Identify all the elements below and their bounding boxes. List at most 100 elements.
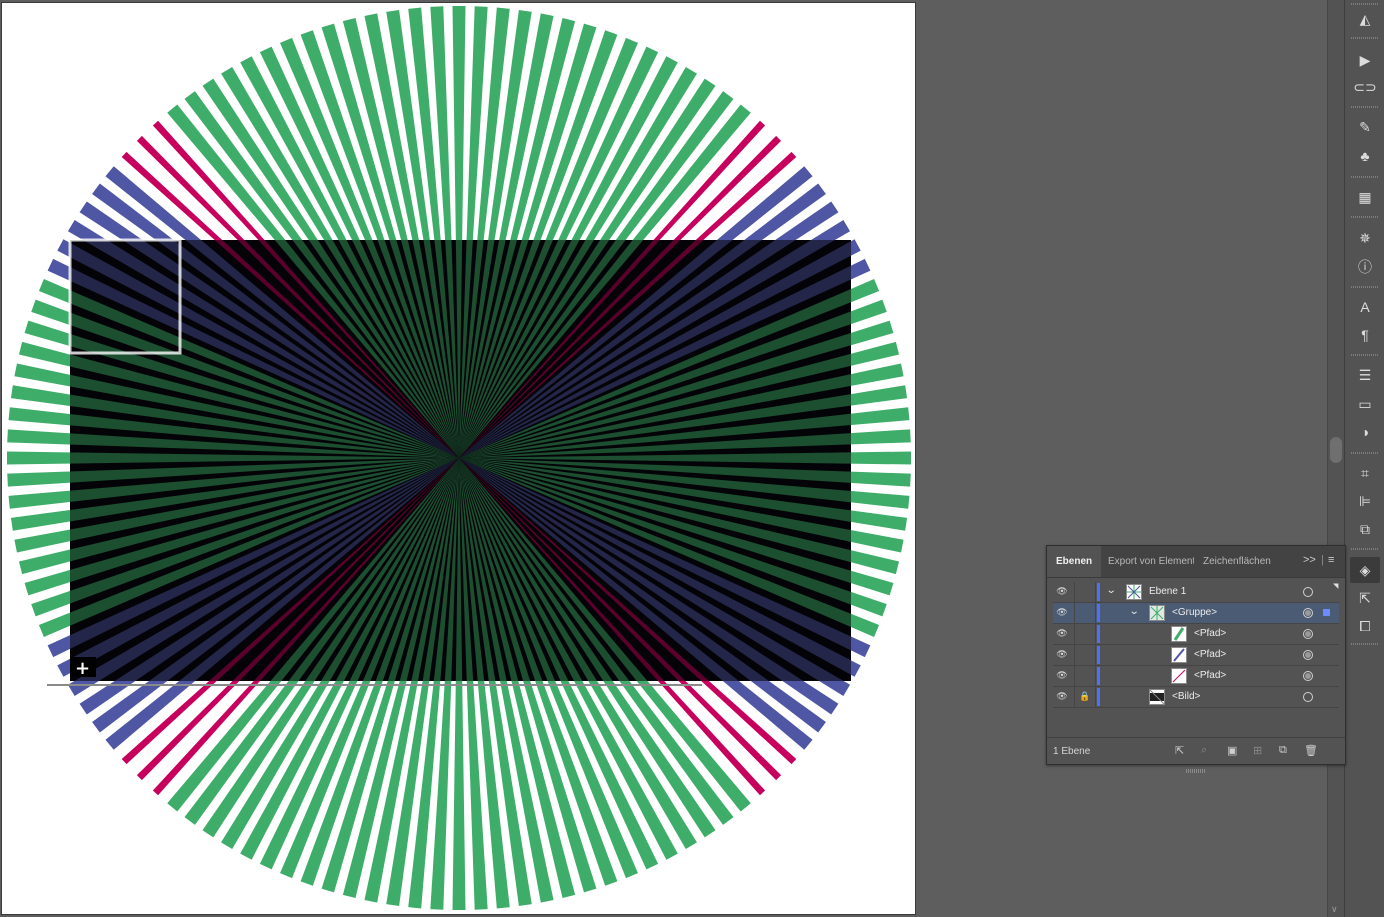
- paragraph-styles-icon[interactable]: ¶: [1354, 325, 1376, 345]
- layer-color-bar: [1097, 688, 1100, 706]
- scrollbar-thumb[interactable]: [1330, 437, 1342, 463]
- vertical-scrollbar[interactable]: ∨: [1327, 0, 1345, 917]
- panel-tab-bar: Ebenen Export von Elementen Zeichenfläch…: [1047, 546, 1345, 578]
- collapse-panel-icon[interactable]: >>: [1303, 554, 1316, 566]
- tab-layers[interactable]: Ebenen: [1047, 546, 1102, 577]
- lock-toggle[interactable]: [1074, 582, 1096, 602]
- layer-color-bar: [1097, 646, 1100, 664]
- layer-row-ebene-1[interactable]: 👁 ⌄ Ebene 1 ◥: [1053, 582, 1339, 603]
- symbols-icon[interactable]: ♣: [1354, 146, 1376, 166]
- scroll-down-icon[interactable]: ∨: [1331, 904, 1338, 915]
- lock-toggle[interactable]: [1074, 603, 1096, 623]
- layer-list: 👁 ⌄ Ebene 1 ◥ 👁 ⌄ <Gruppe> 👁 <Pfad> 👁 <P…: [1053, 582, 1339, 708]
- properties-icon[interactable]: ◭: [1354, 9, 1376, 29]
- layers-panel: Ebenen Export von Elementen Zeichenfläch…: [1046, 545, 1346, 773]
- panel-menu-icon[interactable]: ≡: [1328, 554, 1334, 566]
- target-circle-icon[interactable]: [1303, 650, 1313, 660]
- layers-panel-footer: 1 Ebene ⇱ ⌕ ▣ ⊞ ⧉ 🗑: [1047, 737, 1345, 773]
- tab-asset-export[interactable]: Export von Elementen: [1108, 546, 1194, 577]
- lock-toggle[interactable]: 🔒: [1074, 687, 1096, 707]
- links-icon[interactable]: ⊂⊃: [1353, 77, 1376, 97]
- clipping-mask-icon[interactable]: ▣: [1227, 744, 1237, 757]
- svg-text:+: +: [75, 658, 90, 679]
- artboard[interactable]: +: [1, 2, 916, 915]
- layer-row-bild[interactable]: 👁 🔒 <Bild>: [1053, 687, 1339, 708]
- visibility-eye-icon[interactable]: 👁: [1056, 607, 1068, 618]
- layer-row-gruppe[interactable]: 👁 ⌄ <Gruppe>: [1053, 603, 1339, 624]
- layer-color-bar: [1097, 583, 1100, 601]
- layer-name[interactable]: <Bild>: [1172, 691, 1200, 702]
- plus-cursor-icon: +: [70, 657, 96, 679]
- visibility-eye-icon[interactable]: 👁: [1056, 670, 1068, 681]
- layer-row-pfad[interactable]: 👁 <Pfad>: [1053, 666, 1339, 687]
- panel-divider: |: [1321, 554, 1324, 566]
- layer-row-pfad[interactable]: 👁 <Pfad>: [1053, 645, 1339, 666]
- brushes-icon[interactable]: ✎: [1354, 117, 1376, 137]
- lock-toggle[interactable]: [1074, 666, 1096, 686]
- layer-thumbnail: [1171, 626, 1187, 642]
- delete-icon[interactable]: 🗑: [1304, 744, 1318, 757]
- image-darken-overlay: [70, 240, 851, 681]
- dock-divider: [1351, 216, 1379, 218]
- layer-thumbnail: [1149, 605, 1165, 621]
- layer-name[interactable]: <Gruppe>: [1172, 607, 1217, 618]
- layer-name[interactable]: <Pfad>: [1194, 649, 1226, 660]
- panel-resize-grip[interactable]: [1186, 769, 1206, 773]
- stroke-icon[interactable]: ☰: [1354, 365, 1376, 385]
- dock-divider: [1351, 354, 1379, 356]
- tab-artboards[interactable]: Zeichenflächen: [1203, 546, 1293, 577]
- character-styles-icon[interactable]: A: [1354, 297, 1376, 317]
- starburst-artwork[interactable]: +: [2, 3, 915, 914]
- canvas-workspace[interactable]: +: [0, 0, 1344, 917]
- export-layer-icon[interactable]: ⇱: [1175, 744, 1184, 757]
- play-icon[interactable]: ▶: [1354, 50, 1376, 70]
- target-circle-icon[interactable]: [1303, 587, 1313, 597]
- dock-divider: [1351, 176, 1379, 178]
- appearance-icon[interactable]: ✵: [1354, 228, 1376, 248]
- dock-grip[interactable]: [1351, 3, 1379, 5]
- visibility-eye-icon[interactable]: 👁: [1056, 628, 1068, 639]
- layer-thumbnail: [1126, 584, 1142, 600]
- export-icon[interactable]: ⇱: [1354, 588, 1376, 608]
- chevron-down-icon[interactable]: ⌄: [1129, 606, 1140, 617]
- visibility-eye-icon[interactable]: 👁: [1056, 691, 1068, 702]
- pathfinder-icon[interactable]: ⧉: [1354, 519, 1376, 539]
- dock-divider: [1351, 548, 1379, 550]
- swatches-icon[interactable]: ▦: [1354, 187, 1376, 207]
- transparency-icon[interactable]: ◑: [1354, 422, 1376, 442]
- visibility-eye-icon[interactable]: 👁: [1056, 649, 1068, 660]
- lock-icon[interactable]: 🔒: [1079, 691, 1090, 702]
- ray-group: [7, 6, 911, 910]
- dock-divider: [1351, 106, 1379, 108]
- layer-color-bar: [1097, 625, 1100, 643]
- new-layer-icon[interactable]: ⧉: [1279, 744, 1287, 757]
- lock-toggle[interactable]: [1074, 624, 1096, 644]
- info-icon[interactable]: ⓘ: [1354, 257, 1376, 277]
- layer-row-pfad[interactable]: 👁 <Pfad>: [1053, 624, 1339, 645]
- target-circle-icon[interactable]: [1303, 629, 1313, 639]
- dock-divider: [1351, 643, 1379, 645]
- visibility-eye-icon[interactable]: 👁: [1056, 586, 1068, 597]
- corner-indicator-icon: ◥: [1333, 583, 1339, 590]
- layer-count: 1 Ebene: [1053, 746, 1091, 757]
- gradient-icon[interactable]: ▭: [1354, 394, 1376, 414]
- selected-art-indicator[interactable]: [1323, 609, 1330, 616]
- target-circle-icon[interactable]: [1303, 671, 1313, 681]
- align-icon[interactable]: ⊫: [1354, 491, 1376, 511]
- transform-icon[interactable]: ⌗: [1354, 463, 1376, 483]
- lock-toggle[interactable]: [1074, 645, 1096, 665]
- panel-dock: ◭ ▶ ⊂⊃ ✎ ♣ ▦ ✵ ⓘ A ¶ ☰ ▭ ◑ ⌗ ⊫ ⧉ ◈ ⇱ ⧠: [1344, 0, 1384, 917]
- new-sublayer-icon[interactable]: ⊞: [1253, 744, 1262, 757]
- chevron-down-icon[interactable]: ⌄: [1106, 585, 1117, 596]
- dock-divider: [1351, 452, 1379, 454]
- layer-name[interactable]: Ebene 1: [1149, 586, 1186, 597]
- target-circle-icon[interactable]: [1303, 692, 1313, 702]
- layer-name[interactable]: <Pfad>: [1194, 628, 1226, 639]
- layer-name[interactable]: <Pfad>: [1194, 670, 1226, 681]
- layers-icon[interactable]: ◈: [1350, 557, 1380, 583]
- layer-color-bar: [1097, 667, 1100, 685]
- layer-thumbnail: [1149, 689, 1165, 705]
- artboards-icon[interactable]: ⧠: [1354, 616, 1376, 636]
- target-circle-icon[interactable]: [1303, 608, 1313, 618]
- locate-object-icon[interactable]: ⌕: [1201, 744, 1207, 757]
